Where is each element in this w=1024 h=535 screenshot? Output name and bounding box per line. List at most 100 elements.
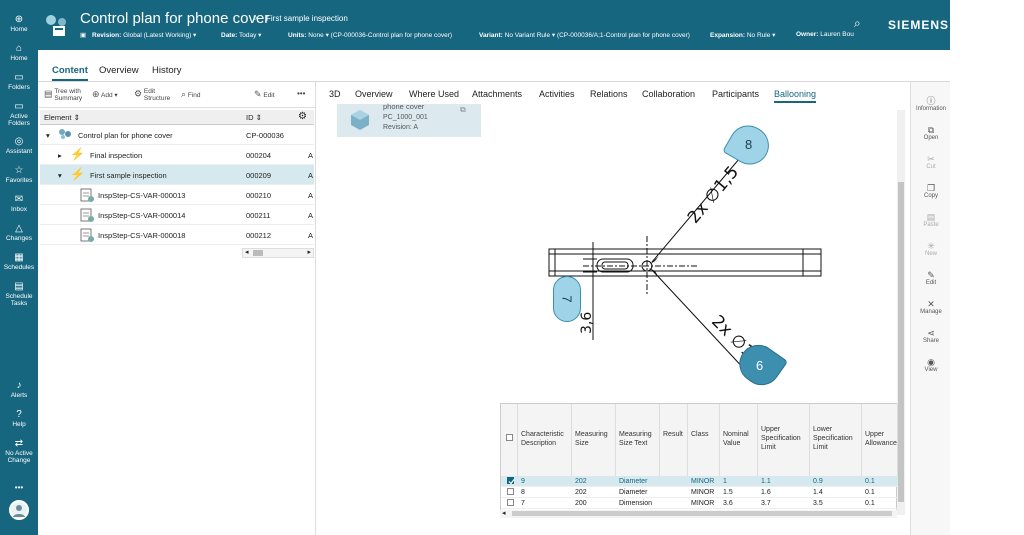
search-icon[interactable]: ⌕ — [854, 16, 861, 31]
tab-3d[interactable]: 3D — [329, 89, 341, 99]
scroll-left-icon[interactable]: ◂ — [502, 509, 506, 517]
column-id[interactable]: ID ⇕ — [246, 113, 262, 122]
expansion-selector[interactable]: Expansion: No Rule ▾ — [710, 31, 775, 39]
scroll-thumb[interactable] — [512, 511, 892, 516]
collapse-icon[interactable]: ▾ — [46, 131, 50, 140]
units-selector[interactable]: Units: None ▾ (CP-000036-Control plan fo… — [288, 31, 452, 39]
tab-history[interactable]: History — [152, 65, 182, 76]
siemens-logo: SIEMENS — [888, 18, 950, 32]
header-char-desc[interactable]: Characteristic Description — [518, 404, 572, 476]
table-row[interactable]: 8 202 Diameter MINOR 1.5 1.6 1.4 0.1 — [501, 487, 898, 498]
header-upper-allowance[interactable]: Upper Allowance — [862, 404, 898, 476]
manage-button[interactable]: ✕ Manage — [911, 299, 951, 316]
nav-changes[interactable]: △ Changes — [0, 223, 38, 242]
settings-icon[interactable]: ⚙ — [298, 111, 307, 122]
avatar[interactable] — [9, 500, 29, 520]
header-nominal[interactable]: Nominal Value — [720, 404, 758, 476]
scroll-right-icon[interactable]: ▸ — [307, 248, 311, 256]
nav-inbox[interactable]: ✉ Inbox — [0, 194, 38, 213]
nav-home-1[interactable]: ⊕ Home — [0, 14, 38, 33]
edit-structure-button[interactable]: ⚙ Edit Structure — [134, 88, 170, 102]
header-class[interactable]: Class — [688, 404, 720, 476]
row-checkbox[interactable] — [507, 499, 514, 506]
table-row[interactable]: InspStep-CS-VAR-000018 000212 A — [40, 225, 314, 245]
tab-activities[interactable]: Activities — [539, 89, 575, 99]
cut-button[interactable]: ✂ Cut — [911, 154, 951, 171]
tab-participants[interactable]: Participants — [712, 89, 759, 99]
horizontal-scrollbar[interactable]: ◂ ▸ — [242, 248, 314, 258]
expand-icon[interactable]: ▸ — [58, 151, 62, 160]
edit-button[interactable]: ✎ Edit — [254, 90, 275, 100]
view-button[interactable]: ◉ View — [911, 357, 951, 374]
tree-with-summary-button[interactable]: ▤ Tree with Summary — [44, 88, 84, 102]
new-button[interactable]: ✳ New — [911, 241, 951, 258]
share-button[interactable]: ⋖ Share — [911, 328, 951, 345]
table-row-selected[interactable]: 9 202 Diameter MINOR 1 1.1 0.9 0.1 — [501, 476, 898, 487]
nav-schedule-tasks[interactable]: ▤ Schedule Tasks — [0, 281, 38, 307]
scroll-thumb[interactable] — [898, 182, 904, 502]
date-selector[interactable]: Date: Today ▾ — [221, 31, 261, 39]
revision-selector[interactable]: Revision: Global (Latest Working) ▾ — [92, 31, 196, 39]
tab-overview-2[interactable]: Overview — [355, 89, 393, 99]
nav-active-folders[interactable]: ▭ Active Folders — [0, 101, 38, 127]
copy-button[interactable]: ❐ Copy — [911, 183, 951, 200]
global-navigation: ⊕ Home ⌂ Home ▭ Folders ▭ Active Folders ◎ As… — [0, 0, 38, 535]
table-row[interactable]: ▸ ⚡ Final inspection 000204 A — [40, 145, 314, 165]
nav-schedules[interactable]: ▦ Schedules — [0, 252, 38, 271]
edit-button-side[interactable]: ✎ Edit — [911, 270, 951, 287]
header-usl[interactable]: Upper Specification Limit — [758, 404, 810, 476]
tab-content[interactable]: Content — [52, 65, 88, 81]
tab-relations[interactable]: Relations — [590, 89, 628, 99]
folder-icon: ▭ — [14, 101, 24, 112]
header-meas-size-text[interactable]: Measuring Size Text — [616, 404, 660, 476]
nav-home-2[interactable]: ⌂ Home — [0, 43, 38, 62]
object-card[interactable]: phone cover PC_1000_001 Revision: A ⧉ — [337, 102, 481, 137]
bell-icon: ♪ — [16, 380, 22, 391]
table-horizontal-scrollbar[interactable]: ◂ — [500, 510, 897, 518]
panel-splitter[interactable] — [315, 82, 316, 535]
nav-folders[interactable]: ▭ Folders — [0, 72, 38, 91]
folder-icon: ▭ — [14, 72, 24, 83]
nav-alerts[interactable]: ♪ Alerts — [0, 380, 38, 399]
tab-overview[interactable]: Overview — [99, 65, 139, 76]
tab-collaboration[interactable]: Collaboration — [642, 89, 695, 99]
tab-attachments[interactable]: Attachments — [472, 89, 522, 99]
table-row[interactable]: 7 200 Dimension MINOR 3.6 3.7 3.5 0.1 — [501, 498, 898, 509]
tab-where-used[interactable]: Where Used — [409, 89, 459, 99]
table-row-selected[interactable]: ▾ ⚡ First sample inspection 000209 A — [40, 165, 314, 185]
paste-button[interactable]: ▤ Paste — [911, 212, 951, 229]
scroll-thumb[interactable] — [253, 250, 263, 256]
config-icon: ▣ — [80, 32, 87, 39]
header-lsl[interactable]: Lower Specification Limit — [810, 404, 862, 476]
open-button[interactable]: ⧉ Open — [911, 125, 951, 142]
nav-no-active-change[interactable]: ⇄ No Active Change — [0, 438, 38, 464]
variant-selector[interactable]: Variant: No Variant Rule ▾ (CP-000036/A;… — [479, 31, 690, 39]
nav-favorites[interactable]: ☆ Favorites — [0, 165, 38, 184]
scroll-left-icon[interactable]: ◂ — [245, 248, 249, 256]
table-row[interactable]: InspStep-CS-VAR-000014 000211 A — [40, 205, 314, 225]
tab-ballooning[interactable]: Ballooning — [774, 89, 817, 103]
breadcrumb[interactable]: First sample inspection — [266, 14, 348, 23]
more-button[interactable]: ••• — [297, 90, 305, 98]
select-all-checkbox[interactable] — [506, 434, 513, 441]
table-row[interactable]: ▾ Control plan for phone cover CP-000036 — [40, 125, 314, 145]
information-button[interactable]: ⓘ Information — [911, 96, 951, 113]
nav-more[interactable]: ••• — [0, 484, 38, 492]
dimension-label: 2x ∅1,5 — [684, 163, 743, 228]
table-row[interactable]: InspStep-CS-VAR-000013 000210 A — [40, 185, 314, 205]
ballooning-viewer[interactable]: 2x ∅1,5 2x ∅1 3,6 8 7 9 — [497, 110, 897, 402]
nav-assistant[interactable]: ◎ Assistant — [0, 136, 38, 155]
header-meas-size[interactable]: Measuring Size — [572, 404, 616, 476]
column-element[interactable]: Element ⇕ — [44, 113, 80, 122]
nav-help[interactable]: ? Help — [0, 409, 38, 428]
add-button[interactable]: ⊕ Add ▾ — [92, 90, 118, 100]
header-result[interactable]: Result — [660, 404, 688, 476]
balloon-7[interactable]: 7 — [553, 276, 581, 322]
vertical-scrollbar[interactable] — [897, 110, 905, 515]
row-checkbox[interactable] — [507, 488, 514, 495]
find-button[interactable]: ⌕ Find — [181, 90, 201, 100]
row-checkbox[interactable] — [507, 477, 515, 485]
changes-icon: △ — [15, 223, 23, 234]
collapse-icon[interactable]: ▾ — [58, 171, 62, 180]
open-in-new-icon[interactable]: ⧉ — [460, 105, 466, 115]
